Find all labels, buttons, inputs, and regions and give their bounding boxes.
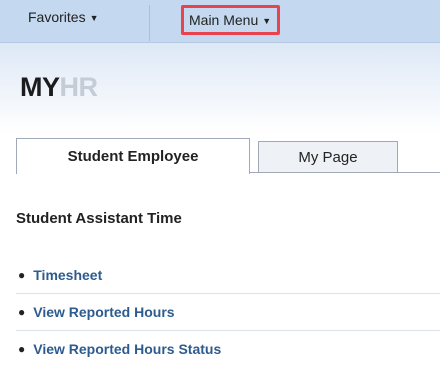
main-menu-label: Main Menu	[189, 12, 259, 28]
main-menu[interactable]: Main Menu ▼	[181, 5, 281, 35]
top-navigation-bar: Favorites ▼ Main Menu ▼	[0, 0, 440, 43]
bullet-icon: ●	[18, 305, 26, 319]
caret-down-icon: ▼	[89, 13, 99, 23]
logo-hr: HR	[59, 72, 99, 102]
bullet-icon: ●	[18, 267, 26, 282]
caret-down-icon: ▼	[262, 16, 272, 26]
view-reported-hours-link[interactable]: View Reported Hours	[33, 304, 174, 320]
bullet-icon: ●	[18, 342, 26, 356]
logo-my: MY	[20, 72, 60, 102]
tab-student-employee[interactable]: Student Employee	[16, 138, 250, 174]
list-item: ● View Reported Hours	[16, 293, 440, 330]
favorites-label: Favorites	[28, 9, 86, 25]
tab-label: Student Employee	[67, 148, 199, 165]
tab-label: My Page	[298, 148, 358, 166]
list-item: ● View Reported Hours Status	[16, 330, 440, 367]
menu-separator	[149, 5, 150, 41]
section-title: Student Assistant Time	[16, 210, 182, 227]
link-list: ● Timesheet ● View Reported Hours ● View…	[16, 256, 440, 367]
view-reported-hours-status-link[interactable]: View Reported Hours Status	[33, 341, 221, 357]
list-item: ● Timesheet	[16, 256, 440, 293]
myhr-logo: MYHR	[20, 72, 98, 103]
tab-my-page[interactable]: My Page	[258, 141, 398, 172]
favorites-menu[interactable]: Favorites ▼	[28, 9, 99, 25]
timesheet-link[interactable]: Timesheet	[33, 267, 102, 283]
